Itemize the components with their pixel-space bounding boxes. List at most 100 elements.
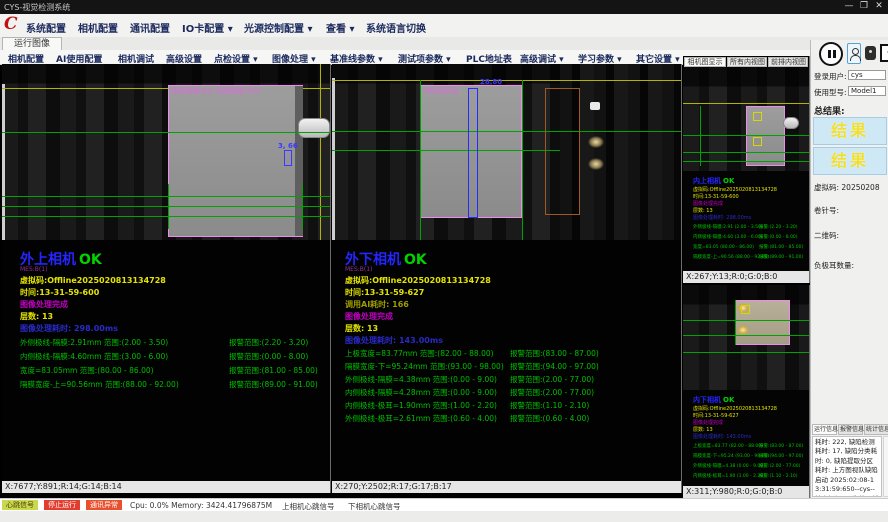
mini-panel-inner-lower: 内下相机OK 虚拟码:Offline2025020813134728 时间:13… <box>683 285 810 498</box>
tab-run-image[interactable]: 运行图像 <box>2 37 62 50</box>
tab-strip: 运行图像 <box>0 37 888 51</box>
camera-name: 内下相机 <box>693 396 721 404</box>
total-result-label: 总结果: <box>814 104 845 117</box>
camera-name: 内上相机 <box>693 177 721 185</box>
result-box-2: 结果 <box>813 147 887 175</box>
control-panel: → 登录用户: cys 使用型号: Model1 总结果: 结果 结果 虚拟码:… <box>810 40 888 498</box>
orange-roi-box <box>545 88 580 215</box>
measurement-value: 内侧极线-隔膜:4.60mm 范围:(3.00 - 6.00) <box>20 351 168 362</box>
stats-tab-statistics[interactable]: 统计信息 <box>864 424 888 435</box>
alarm-range: 报警范围:(0.60 - 4.00) <box>510 413 589 424</box>
cpu-memory-text: Cpu: 0.0% Memory: 3424.41796875M <box>130 501 272 510</box>
measurement-value: 外侧极线-隔膜=4.38 (0.00 - 9.00) <box>693 463 765 469</box>
mini-result-title: 内上相机OK <box>693 176 734 186</box>
lock-icon <box>869 50 872 53</box>
pixel-coords-bar: X:267;Y:13;R:0;G:0;B:0 <box>683 271 809 283</box>
measurement-value: 隔膜宽度-下=95.24 (93.00 - 98.00) <box>693 453 769 459</box>
close-button[interactable]: ✕ <box>872 1 886 11</box>
menu-view[interactable]: 查看 ▾ <box>326 20 355 35</box>
time-line: 时间:13-31-59-600 <box>693 193 739 200</box>
layers-line: 层数: 13 <box>693 207 713 214</box>
user-login-button[interactable] <box>847 43 861 64</box>
measurement-row: 外侧极线-隔膜=4.38 (0.00 - 9.00) 报警:(2.00 - 77… <box>693 463 805 471</box>
measurement-row: 隔膜宽度-上=90.56mm 范围:(88.00 - 92.00) 报警范围:(… <box>20 379 326 391</box>
stats-log-text[interactable]: 耗时: 222, 缺陷检测耗时: 17, 缺陷分类耗时: 0, 缺陷提取分区耗时… <box>812 436 882 497</box>
mini-camera-image[interactable] <box>683 285 809 390</box>
menu-light-config[interactable]: 光源控制配置 ▾ <box>244 20 313 35</box>
status-ok: OK <box>723 396 734 404</box>
menu-comm-config[interactable]: 通讯配置 <box>130 20 170 35</box>
measure-line-2 <box>683 152 809 153</box>
menu-system-config[interactable]: 系统配置 <box>26 20 66 35</box>
measurement-row: 上极宽度=83.77 (82.00 - 88.00) 报警:(83.00 - 8… <box>693 443 805 451</box>
process-done-line: 图像处理完成 <box>20 299 68 310</box>
measurement-value: 隔膜宽度-上=90.56 (88.00 - 92.00) <box>693 254 769 260</box>
camera-image-outer-lower[interactable]: AI检测区域 28.80 <box>332 64 681 240</box>
app-logo-icon: C <box>4 14 18 34</box>
status-bar: 心跳信号 停止运行 通讯异常 Cpu: 0.0% Memory: 3424.41… <box>0 498 888 512</box>
measurement-value: 内侧极线-隔膜:4.60 (3.00 - 6.00) <box>693 234 763 240</box>
minimize-button[interactable]: — <box>842 1 856 11</box>
stats-tab-alarm[interactable]: 报警信息 <box>838 424 863 435</box>
stats-tab-run[interactable]: 运行信息 <box>812 424 837 435</box>
exit-button[interactable]: → <box>880 44 888 62</box>
electrode-region <box>168 85 303 237</box>
barcode-line: 虚拟码:Offline2025020813134728 <box>693 405 777 412</box>
mini-tab-camera-view[interactable]: 相机图显示 <box>684 57 726 67</box>
stats-tab-strip: 运行信息 报警信息 统计信息 <box>812 424 888 436</box>
status-ok: OK <box>404 252 427 268</box>
layers-line: 层数: 13 <box>345 323 378 334</box>
model-label: 使用型号: <box>814 87 847 98</box>
alarm-range: 报警范围:(83.00 - 87.00) <box>510 348 599 359</box>
mini-camera-image[interactable] <box>683 67 809 171</box>
lock-button[interactable] <box>865 46 876 60</box>
model-field[interactable]: Model1 <box>848 86 886 96</box>
status-ok: OK <box>723 177 734 185</box>
login-user-label: 登录用户: <box>814 71 847 82</box>
measurement-value: 隔膜宽度-上=90.56mm 范围:(88.00 - 92.00) <box>20 379 179 390</box>
mini-tab-front-views[interactable]: 前排内视图 <box>768 57 808 67</box>
electrode-region <box>746 106 785 166</box>
alarm-range: 报警:(2.00 - 77.00) <box>759 463 800 469</box>
measurement-row: 宽度=83.05 (80.00 - 86.00) 报警:(81.00 - 85.… <box>693 244 805 252</box>
boundary-yellow-line <box>320 64 321 240</box>
maximize-button[interactable]: ❐ <box>857 1 871 11</box>
camera-image-outer-upper[interactable]: 固定阈值:93, 动态阈值:100 3, 66 <box>2 64 330 240</box>
measurement-row: 隔膜宽度-下=95.24mm 范围:(93.00 - 98.00) 报警范围:(… <box>345 361 675 373</box>
menu-camera-config[interactable]: 相机配置 <box>78 20 118 35</box>
comm-error-badge: 通讯异常 <box>86 500 122 510</box>
title-bar: CYS-视觉检测系统 — ❐ ✕ <box>0 0 888 14</box>
measure-line-2 <box>683 335 809 336</box>
measurement-value: 内侧极线-隔膜=4.28mm 范围:(0.00 - 9.00) <box>345 387 497 398</box>
yellow-marker-box <box>753 112 762 121</box>
login-user-field[interactable]: cys <box>848 70 886 80</box>
blue-measure-label: 28.80 <box>480 78 502 86</box>
blue-measure-box <box>284 150 292 166</box>
menu-language-switch[interactable]: 系统语言切换 <box>366 20 426 35</box>
alarm-range: 报警范围:(0.00 - 8.00) <box>229 351 308 362</box>
alarm-range: 报警:(83.00 - 87.00) <box>759 443 803 449</box>
measurement-row: 上极宽度=83.77mm 范围:(82.00 - 88.00) 报警范围:(83… <box>345 348 675 360</box>
yellow-marker-box <box>753 137 762 146</box>
measurement-value: 外侧极线-隔膜:2.91 (2.00 - 3.50) <box>693 224 763 230</box>
alarm-range: 报警:(0.00 - 8.00) <box>759 234 798 240</box>
measurement-row: 内侧极线-极耳=1.90mm 范围:(1.00 - 2.20) 报警范围:(1.… <box>345 400 675 412</box>
footer-strip <box>0 511 888 522</box>
pixel-coords-bar: X:270;Y:2502;R:17;G:17;B:17 <box>332 481 681 493</box>
pause-button[interactable] <box>819 42 843 66</box>
measure-vline-1 <box>735 300 736 345</box>
process-done-line: 图像处理完成 <box>693 419 723 426</box>
measurement-row: 隔膜宽度-上=90.56 (88.00 - 92.00) 报警:(89.00 -… <box>693 254 805 262</box>
measure-line-2 <box>2 196 330 197</box>
reflection-glint <box>588 136 604 148</box>
measurement-value: 外侧极线-极耳=2.61mm 范围:(0.60 - 4.00) <box>345 413 497 424</box>
alarm-range: 报警范围:(1.10 - 2.10) <box>510 400 589 411</box>
alarm-range: 报警范围:(2.20 - 3.20) <box>229 337 308 348</box>
measure-line-3 <box>2 206 330 207</box>
bright-spot <box>590 102 600 110</box>
stats-scrollbar[interactable] <box>883 436 888 497</box>
menu-io-config[interactable]: IO卡配置 ▾ <box>182 20 233 35</box>
barcode-line: 虚拟码:Offline2025020813134728 <box>345 275 491 286</box>
barcode-line: 虚拟码:Offline2025020813134728 <box>20 275 166 286</box>
mini-tab-all-views[interactable]: 所有内视图 <box>727 57 767 67</box>
